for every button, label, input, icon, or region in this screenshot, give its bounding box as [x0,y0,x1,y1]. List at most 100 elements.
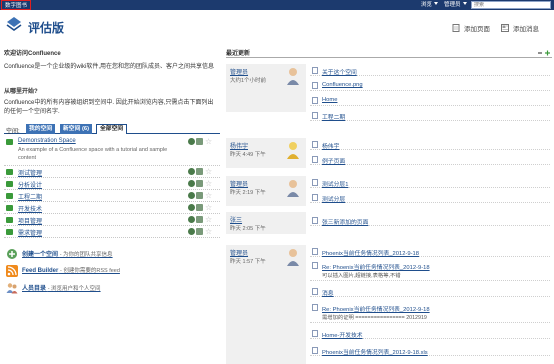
page-icon [312,112,318,119]
avatar [287,180,299,197]
user-card: 张三 昨天 2:05 下午 [226,212,306,234]
news-feed-icon[interactable] [196,180,203,187]
welcome-text: Confluence是一个企业级的wiki软件,用在您和您的团队成员、客户之间共… [4,64,215,70]
space-link[interactable]: Demonstration Space [18,138,76,144]
star-icon[interactable]: ☆ [205,216,215,224]
update-link[interactable]: Home [322,97,337,103]
create-space-icon [7,249,17,259]
search-input[interactable] [471,1,551,9]
update-item: Re: Phoenix当前任务情况列表_2012-9-18 可以插入图片,超链接,… [310,259,550,281]
news-feed-icon[interactable] [196,228,203,235]
update-link[interactable]: 杨伟宇 [322,141,339,150]
update-link[interactable]: 例子页面 [322,156,345,165]
create-space-label[interactable]: 创建一个空间 [22,252,58,258]
where-title: 从哪里开始? [4,89,38,95]
page-icon [452,24,460,32]
update-time: 昨天 4:49 下午 [230,152,266,158]
news-feed-icon[interactable] [196,216,203,223]
page-icon [312,248,318,255]
watch-icon[interactable] [188,138,195,145]
update-item: Phoenix当前任务情况列表_2012-9-18 [310,245,550,257]
watch-icon[interactable] [188,180,195,187]
create-space-desc: - 为你的团队共享信息 [59,252,113,258]
watch-icon[interactable] [188,228,195,235]
update-link[interactable]: Phoenix当前任务情况列表_2012-9-18.xls [322,347,428,356]
star-icon[interactable]: ☆ [205,228,215,236]
user-name[interactable]: 管理员 [230,179,248,188]
tab-new-spaces[interactable]: 新空间 (6) [60,124,93,134]
space-icon [6,193,13,199]
space-icon [6,169,13,175]
add-news-button[interactable]: 添加消息 [501,23,539,33]
update-link[interactable]: 工程二期 [322,112,345,121]
tab-my-spaces[interactable]: 我的空间 [26,124,56,134]
page-title: 评估版 [28,21,65,35]
watch-icon[interactable] [188,168,195,175]
space-icon [6,205,13,211]
update-link[interactable]: Home-开发技术 [322,330,363,339]
star-icon[interactable]: ☆ [205,204,215,212]
news-feed-icon[interactable] [196,192,203,199]
page-icon [312,67,318,74]
space-link[interactable]: 开发技术 [18,204,42,213]
collapse-expand-icon[interactable] [538,50,550,56]
space-icon [6,139,13,145]
update-item: 测试分层1 [310,176,550,188]
watch-icon[interactable] [188,192,195,199]
page-icon [312,330,318,337]
people-directory-label[interactable]: 人员目录 [22,286,46,292]
recent-updates-title: 最近更新 [226,51,251,57]
header: 评估版 添加页面 添加消息 [0,10,554,42]
watch-icon[interactable] [188,216,195,223]
user-card: 杨伟宇 昨天 4:49 下午 [226,138,306,168]
update-link[interactable]: 消息 [322,288,334,297]
comment-icon [312,304,318,311]
news-icon [312,288,318,295]
user-name[interactable]: 管理员 [230,248,248,257]
feed-builder-label[interactable]: Feed Builder [22,268,58,274]
update-time: 大约1个小时前 [230,78,267,84]
star-icon[interactable]: ☆ [205,180,215,188]
feed-builder-desc: - 创建你需要的RSS feed [60,268,120,274]
user-name[interactable]: 管理员 [230,67,248,76]
browse-menu[interactable]: 浏览 [421,0,439,10]
update-link[interactable]: Phoenix当前任务情况列表_2012-9-18 [322,248,419,257]
chevron-down-icon [462,2,467,5]
tab-all-spaces[interactable]: 全部空间 [96,124,128,134]
admin-menu[interactable]: 管理员 [444,0,467,10]
space-link[interactable]: 分析设计 [18,180,42,189]
rss-icon [6,265,18,277]
update-item: 例子页面 [310,153,550,165]
brand-link[interactable]: 数字图书 [1,0,32,10]
add-page-label: 添加页面 [464,26,490,33]
page-icon [312,194,318,201]
news-feed-icon[interactable] [196,138,203,145]
update-link[interactable]: 张三新添加的页面 [322,217,368,226]
recent-updates-panel: 最近更新 管理员 大约1个小时前 关于这个空间 Confluence.png H… [224,42,554,364]
star-icon[interactable]: ☆ [205,168,215,176]
star-icon[interactable]: ☆ [205,138,215,146]
space-item: Demonstration Space An example of a Conf… [4,136,220,166]
space-item: 需求管理 ☆ [4,226,220,238]
space-link[interactable]: 需求管理 [18,228,42,237]
space-item: 项目管理 ☆ [4,214,220,226]
update-link[interactable]: 关于这个空间 [322,67,357,76]
star-icon[interactable]: ☆ [205,192,215,200]
add-page-button[interactable]: 添加页面 [452,23,490,33]
user-name[interactable]: 杨伟宇 [230,141,248,150]
space-link[interactable]: 工程二期 [18,192,42,201]
news-feed-icon[interactable] [196,204,203,211]
update-link[interactable]: Re: Phoenix当前任务情况列表_2012-9-18 [322,304,430,313]
user-name[interactable]: 张三 [230,215,242,224]
watch-icon[interactable] [188,204,195,211]
user-card: 管理员 大约1个小时前 [226,64,306,112]
user-profile-icon [312,141,318,148]
update-link[interactable]: Re: Phoenix当前任务情况列表_2012-9-18 [322,262,430,271]
update-link[interactable]: 测试分层 [322,194,345,203]
space-link[interactable]: 测试管理 [18,168,42,177]
update-link[interactable]: Confluence.png [322,82,363,88]
update-link[interactable]: 测试分层1 [322,179,348,188]
where-text: Confluence中的所有内容被组织到空间中. 因此开始浏览内容,只需点击下面… [4,100,214,115]
space-link[interactable]: 项目管理 [18,216,42,225]
news-feed-icon[interactable] [196,168,203,175]
